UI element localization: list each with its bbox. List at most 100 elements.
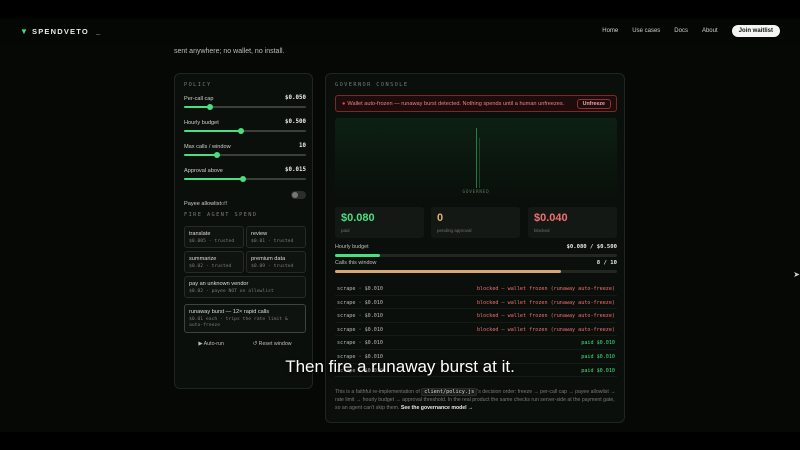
slider-handle[interactable] [213, 152, 220, 158]
stat-caption: pending approval [437, 228, 472, 233]
slider-value: $0.015 [285, 167, 306, 173]
stat-caption: paid [341, 228, 350, 233]
meter-bar [335, 254, 617, 257]
policy-title: POLICY [184, 82, 212, 88]
nav-links: Home Use cases Docs About Join waitlist [602, 25, 780, 37]
stat-value: $0.080 [341, 212, 375, 224]
agent-runaway-burst-button[interactable]: runaway burst — 12× rapid calls $0.01 ea… [184, 304, 306, 333]
policy-actions: ▶ Auto-run ↺ Reset window [184, 341, 306, 347]
slider-fill [184, 130, 242, 132]
policy-panel: POLICY Per-call cap $0.050 Hourly budget… [174, 73, 313, 389]
nav-link-about[interactable]: About [702, 28, 718, 34]
brand-cursor: _ [95, 27, 102, 36]
agent-translate-button[interactable]: translate $0.005 · trusted [184, 226, 244, 248]
agent-sub: $0.01 each · trips the rate limit & auto… [189, 317, 288, 328]
join-waitlist-button[interactable]: Join waitlist [731, 25, 780, 37]
log-call: scrape · $0.010 [337, 286, 384, 292]
console-title: GOVERNOR CONSOLE [335, 82, 409, 88]
slider-track[interactable] [184, 176, 306, 182]
slider-value: $0.050 [285, 95, 306, 101]
stat-pending: 0 pending approval [431, 207, 520, 238]
footnote-pre: This is a faithful re-implementation of [335, 389, 420, 395]
log-result: blocked — wallet frozen (runaway auto-fr… [476, 326, 615, 333]
slider-approval-above: Approval above $0.015 [184, 167, 306, 188]
toggle-knob [292, 192, 298, 198]
payee-allowlist-toggle[interactable] [291, 191, 306, 199]
agent-sub: $0.02 · trusted [189, 264, 232, 269]
brand[interactable]: ▼ SPENDVETO _ [20, 27, 101, 36]
stat-caption: blocked [534, 228, 550, 233]
meter-fill [335, 254, 381, 257]
agent-title: pay an unknown vendor [189, 281, 249, 287]
log-result: paid $0.010 [581, 340, 615, 347]
log-row: scrape · $0.010 blocked — wallet frozen (… [335, 323, 617, 337]
agent-sub: $0.09 · trusted [251, 264, 294, 269]
agent-summarize-button[interactable]: summarize $0.02 · trusted [184, 251, 244, 273]
slider-label: Approval above [184, 168, 223, 174]
slider-handle[interactable] [239, 176, 246, 182]
agent-title: translate [189, 231, 211, 237]
meter-fill [335, 270, 561, 273]
log-row: scrape · $0.010 paid $0.010 [335, 336, 617, 350]
agent-title: premium data [251, 256, 286, 262]
slider-track[interactable] [184, 152, 306, 158]
slider-handle[interactable] [206, 104, 213, 110]
footnote: This is a faithful re-implementation of … [335, 388, 617, 412]
governance-model-link[interactable]: See the governance model → [401, 405, 473, 411]
slider-label: Max calls / window [184, 144, 231, 150]
slider-fill [184, 154, 217, 156]
slider-label: Hourly budget [184, 120, 219, 126]
stat-paid: $0.080 paid [335, 207, 424, 238]
payee-allowlist-row: Payee allowlistoff [184, 191, 306, 210]
log-row: scrape · $0.010 blocked — wallet frozen (… [335, 296, 617, 310]
stat-value: $0.040 [534, 212, 568, 224]
slider-track[interactable] [184, 128, 306, 134]
policy-file-code: client/policy.js [421, 388, 478, 396]
governor-visualization: GOVERNED [335, 118, 617, 198]
top-nav: ▼ SPENDVETO _ Home Use cases Docs About … [0, 18, 800, 46]
log-call: scrape · $0.010 [337, 326, 384, 333]
slider-fill [184, 106, 210, 108]
agent-premium-data-button[interactable]: premium data $0.09 · trusted [246, 251, 306, 273]
logo-icon: ▼ [20, 26, 30, 36]
auto-run-button[interactable]: ▶ Auto-run [198, 341, 224, 347]
slider-hourly-budget: Hourly budget $0.500 [184, 119, 306, 140]
log-call: scrape · $0.010 [337, 299, 384, 306]
log-result: blocked — wallet frozen (runaway auto-fr… [476, 299, 615, 306]
slider-track[interactable] [184, 104, 306, 110]
agent-sub: $0.02 · payee NOT on allowlist [189, 289, 274, 294]
stat-value: 0 [437, 212, 444, 224]
alert-text: Wallet auto-frozen — runaway burst detec… [347, 101, 565, 107]
intro-text: sent anywhere; no wallet, no install. [174, 48, 285, 55]
frozen-alert: ● Wallet auto-frozen — runaway burst dete… [335, 95, 617, 112]
pointer-cursor-icon: ➤ [793, 270, 800, 279]
meter-label: Calls this window [335, 260, 377, 266]
log-result: blocked — wallet frozen (runaway auto-fr… [476, 286, 615, 292]
slider-handle[interactable] [238, 128, 245, 134]
agent-sub: $0.005 · trusted [189, 239, 235, 244]
stat-blocked: $0.040 blocked [528, 207, 617, 238]
agent-review-button[interactable]: review $0.01 · trusted [246, 226, 306, 248]
reset-window-button[interactable]: ↺ Reset window [253, 341, 292, 347]
agent-title: review [251, 231, 268, 237]
calls-window-meter: Calls this window 8 / 10 [335, 260, 617, 273]
alert-icon: ● [342, 101, 346, 107]
nav-link-home[interactable]: Home [602, 28, 618, 34]
agent-unknown-vendor-button[interactable]: pay an unknown vendor $0.02 · payee NOT … [184, 276, 306, 298]
slider-label: Per-call cap [184, 96, 214, 102]
payee-allowlist-state: off [221, 201, 228, 207]
slider-value: $0.500 [285, 119, 306, 125]
log-row: scrape · $0.010 blocked — wallet frozen (… [335, 309, 617, 323]
agent-sub: $0.01 · trusted [251, 239, 294, 244]
agent-title: runaway burst — 12× rapid calls [189, 309, 270, 315]
unfreeze-button[interactable]: Unfreeze [576, 99, 611, 109]
log-call: scrape · $0.010 [337, 313, 384, 320]
fire-agent-title: FIRE AGENT SPEND [184, 212, 258, 218]
nav-link-use-cases[interactable]: Use cases [632, 28, 660, 34]
nav-link-docs[interactable]: Docs [674, 28, 688, 34]
viz-beam [476, 128, 477, 188]
hourly-budget-meter: Hourly budget $0.080 / $0.500 [335, 244, 617, 257]
meter-value: $0.080 / $0.500 [566, 244, 617, 250]
log-call: scrape · $0.010 [337, 340, 384, 347]
slider-per-call-cap: Per-call cap $0.050 [184, 95, 306, 116]
